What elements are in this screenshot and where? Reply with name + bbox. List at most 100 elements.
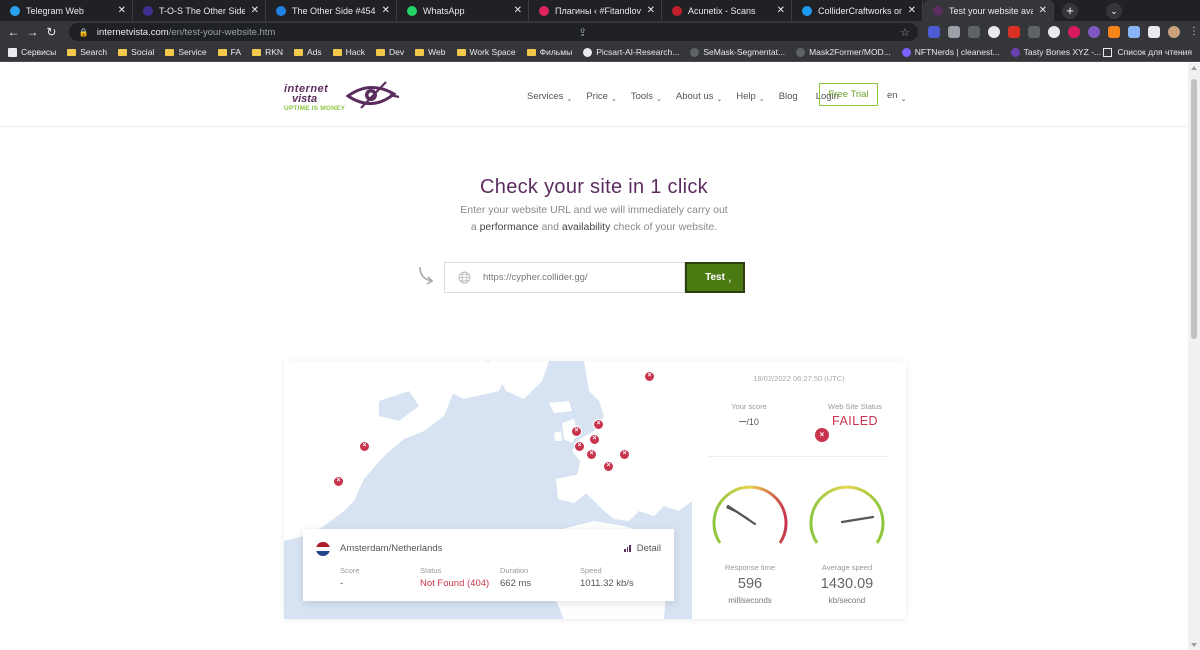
bookmark-folder[interactable]: Фильмы (526, 47, 572, 57)
language-selector[interactable]: en ⌄ (887, 90, 906, 103)
bookmark-folder[interactable]: Social (118, 47, 154, 57)
close-icon[interactable]: ✕ (514, 5, 522, 16)
bookmark-folder[interactable]: Ads (294, 47, 322, 57)
site-header: internet vista UPTIME IS MONEY Services ⌄… (0, 63, 1188, 127)
location-marker-failed[interactable]: × (574, 441, 585, 452)
bookmark-link[interactable]: NFTNerds | cleanest... (901, 47, 1000, 57)
folder-icon (67, 48, 77, 56)
forward-icon[interactable]: → (23, 25, 42, 39)
internetvista-logo[interactable]: internet vista UPTIME IS MONEY (284, 78, 404, 114)
failed-icon: × (815, 428, 829, 442)
bookmark-link[interactable]: Picsart-AI-Research... (583, 47, 679, 57)
menu-help[interactable]: Help ⌄ (736, 90, 764, 103)
screen-icon[interactable] (1028, 26, 1041, 38)
reload-icon[interactable]: ↻ (42, 25, 61, 39)
tab-twitter[interactable]: ColliderCraftworks on Twitt ✕ (792, 0, 923, 21)
menu-about-us[interactable]: About us ⌄ (676, 90, 722, 103)
location-marker-failed[interactable]: × (644, 371, 655, 382)
bookmark-apps[interactable]: Сервисы (8, 47, 56, 57)
bookmark-star-icon[interactable]: ☆ (900, 26, 910, 39)
location-marker-failed[interactable]: × (359, 441, 370, 452)
bookmark-folder[interactable]: Service (165, 47, 207, 57)
bookmark-link[interactable]: Mask2Former/MOD... (796, 47, 891, 57)
menu-blog[interactable]: Blog (779, 91, 798, 102)
tab-test-website[interactable]: Test your website availabili ✕ (923, 0, 1054, 21)
chat-icon[interactable] (1088, 26, 1101, 38)
close-icon[interactable]: ✕ (777, 5, 785, 16)
location-marker-failed[interactable]: × (593, 419, 604, 430)
location-marker-failed[interactable]: × (619, 449, 630, 460)
close-icon[interactable]: ✕ (382, 5, 390, 16)
bookmark-folder[interactable]: RKN (252, 47, 283, 57)
camera-icon[interactable] (948, 26, 961, 38)
location-marker-failed[interactable]: × (586, 449, 597, 460)
tab-telegram[interactable]: Telegram Web ✕ (0, 0, 133, 21)
detail-link[interactable]: Detail (624, 543, 661, 554)
folder-icon (217, 48, 227, 56)
puzzle-icon[interactable] (1148, 26, 1161, 38)
location-marker-failed[interactable]: × (571, 426, 582, 437)
globe-icon (458, 271, 471, 284)
extensions-area: ⋮ (928, 26, 1200, 38)
more-icon[interactable]: ⋮ (1188, 26, 1200, 38)
address-bar[interactable]: 🔒 internetvista.com /en/test-your-websit… (68, 23, 919, 41)
reading-list[interactable]: Список для чтения (1103, 47, 1192, 57)
share-icon[interactable]: ⇪ (578, 26, 587, 39)
browser-tab-strip: Telegram Web ✕ T-O-S The Other Side | NF… (0, 0, 1200, 21)
close-icon[interactable]: ✕ (1039, 5, 1047, 16)
tab-whatsapp[interactable]: WhatsApp ✕ (397, 0, 529, 21)
bookmark-folder[interactable]: Search (67, 47, 107, 57)
menu-tools[interactable]: Tools ⌄ (631, 90, 662, 103)
apps-grid-icon (8, 47, 17, 57)
wallet-icon[interactable] (1128, 26, 1141, 38)
folder-icon (376, 48, 386, 56)
bookmark-folder[interactable]: FA (217, 47, 241, 57)
close-icon[interactable]: ✕ (908, 5, 916, 16)
bookmark-folder[interactable]: Work Space (456, 47, 516, 57)
page-scrollbar[interactable] (1188, 63, 1200, 650)
location-marker-failed[interactable]: × (603, 461, 614, 472)
close-icon[interactable]: ✕ (118, 5, 126, 16)
metamask-icon[interactable] (1108, 26, 1121, 38)
tab-search-button[interactable]: ⌄ (1106, 3, 1122, 19)
bookmark-folder[interactable]: Web (415, 47, 446, 57)
score-label: Your score (731, 402, 767, 411)
close-icon[interactable]: ✕ (647, 5, 655, 16)
bookmark-link[interactable]: Tasty Bones XYZ -... (1010, 47, 1101, 57)
adblock-icon[interactable] (1008, 26, 1021, 38)
extension-icon[interactable] (928, 26, 941, 38)
tab-tos-nft[interactable]: T-O-S The Other Side | NFT ✕ (133, 0, 266, 21)
bookmark-folder[interactable]: Hack (332, 47, 365, 57)
scrollbar-thumb[interactable] (1191, 79, 1197, 339)
response-time-label: Response time (724, 563, 776, 572)
location-marker-failed[interactable]: × (589, 434, 600, 445)
shield-icon[interactable] (988, 26, 1001, 38)
test-timestamp: 18/02/2022 06:27:50 (UTC) (753, 374, 845, 383)
menu-services[interactable]: Services ⌄ (527, 90, 572, 103)
vpn-icon[interactable] (1048, 26, 1061, 38)
free-trial-button[interactable]: Free Trial (819, 83, 878, 106)
back-icon[interactable]: ← (4, 25, 23, 39)
url-domain: internetvista.com (96, 26, 169, 38)
avatar[interactable] (1168, 26, 1181, 38)
website-url-input[interactable]: https://cypher.collider.gg/ (444, 262, 685, 293)
test-button[interactable]: Test › (685, 262, 745, 293)
new-tab-button[interactable]: + (1062, 2, 1078, 19)
bookmark-folder[interactable]: Dev (376, 47, 404, 57)
tab-opensea[interactable]: The Other Side #454 - T-O- ✕ (266, 0, 397, 21)
tab-acunetix[interactable]: Acunetix - Scans ✕ (662, 0, 792, 21)
scroll-up-icon[interactable] (1191, 66, 1197, 70)
pen-icon[interactable] (968, 26, 981, 38)
menu-price[interactable]: Price ⌄ (586, 90, 617, 103)
results-card: × × × × × × × × × × Amsterdam/Netherland… (284, 361, 906, 619)
twitter-icon (802, 5, 812, 16)
heart-icon (539, 5, 549, 16)
close-icon[interactable]: ✕ (251, 5, 259, 16)
chevron-down-icon: ⌄ (716, 96, 723, 103)
tab-plugins[interactable]: Плагины ‹ #Fitandlove — W ✕ (529, 0, 662, 21)
bookmark-link[interactable]: SeMask-Segmentat... (690, 47, 785, 57)
summary-panel: 18/02/2022 06:27:50 (UTC) Your score –/1… (692, 361, 906, 619)
location-marker-failed[interactable]: × (333, 476, 344, 487)
scroll-down-icon[interactable] (1191, 643, 1197, 647)
record-icon[interactable] (1068, 26, 1081, 38)
